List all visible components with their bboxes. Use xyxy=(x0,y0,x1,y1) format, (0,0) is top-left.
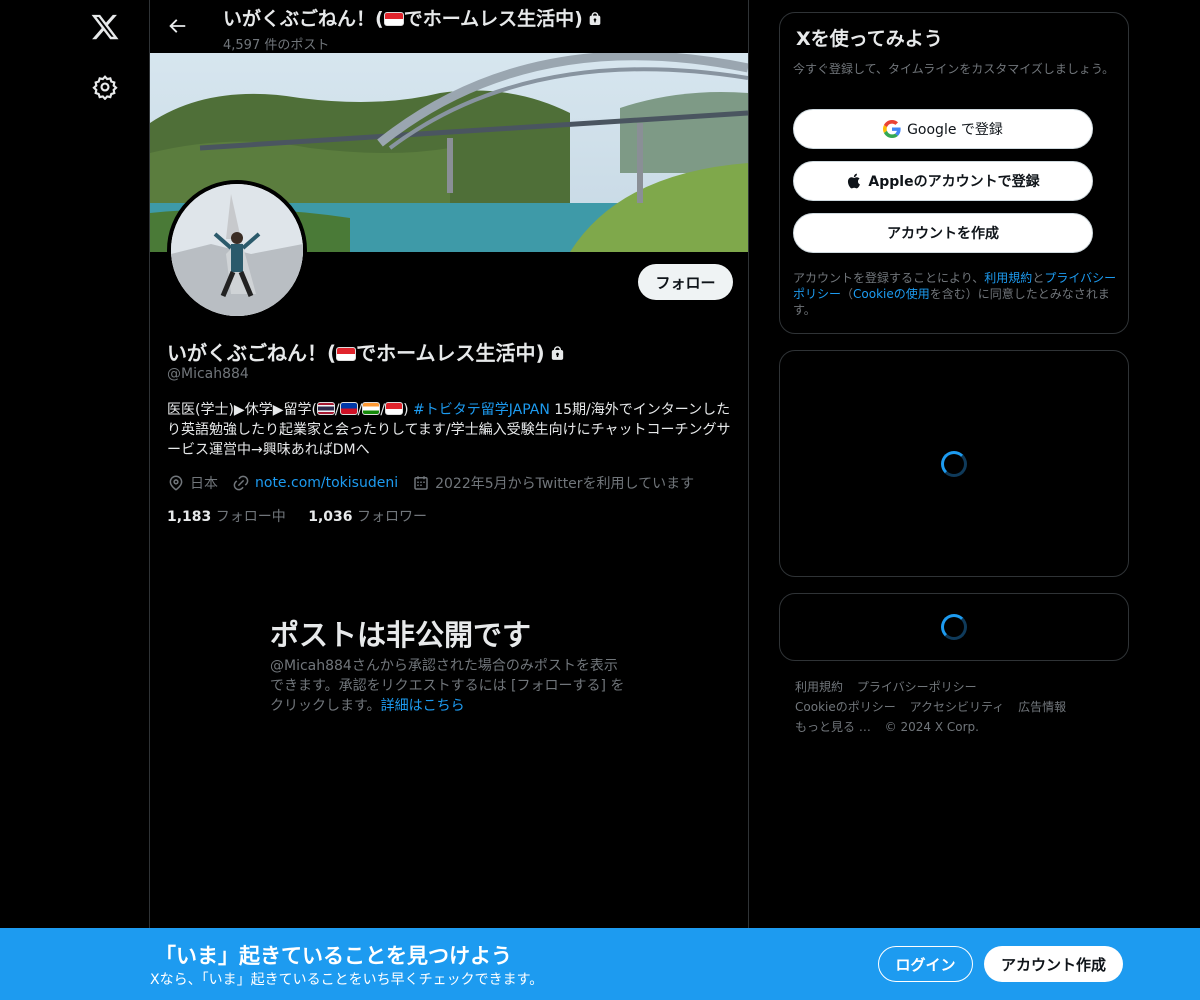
following-label: フォロー中 xyxy=(215,509,286,525)
loading-spinner-icon xyxy=(941,614,967,640)
google-signup-button[interactable]: Google で登録 xyxy=(793,109,1093,149)
following-count: 1,183 xyxy=(167,509,212,525)
website: note.com/tokisudeni xyxy=(232,474,398,492)
gear-icon[interactable] xyxy=(92,74,118,100)
cookie-link[interactable]: Cookieの使用 xyxy=(853,287,930,301)
signup-card: Xを使ってみよう 今すぐ登録して、タイムラインをカスタマイズしましょう。 Goo… xyxy=(779,12,1129,334)
google-icon xyxy=(883,120,901,138)
back-arrow-icon[interactable] xyxy=(166,15,188,37)
profile-column: いがくぶごねん！( でホームレス生活中) 4,597 件のポスト フォロー いが… xyxy=(149,0,749,930)
google-signup-label: Google で登録 xyxy=(907,122,1003,138)
link-icon xyxy=(233,475,249,491)
bio-separator: / xyxy=(334,402,340,418)
loading-panel xyxy=(779,350,1129,577)
x-logo-icon[interactable] xyxy=(90,12,120,42)
following-link[interactable]: 1,183 フォロー中 xyxy=(167,509,286,525)
calendar-icon xyxy=(414,476,428,490)
apple-signup-button[interactable]: Appleのアカウントで登録 xyxy=(793,161,1093,201)
footer-link[interactable]: 広告情報 xyxy=(1018,700,1066,714)
header-name-part1: いがくぶごねん！( xyxy=(223,8,384,30)
bio-close: ) xyxy=(403,402,409,418)
location-icon xyxy=(169,475,183,491)
terms-link[interactable]: 利用規約 xyxy=(984,271,1032,285)
learn-more-link[interactable]: 詳細はこちら xyxy=(381,698,465,714)
terms-text: と xyxy=(1032,271,1045,285)
terms-text: （ xyxy=(841,287,854,301)
website-link[interactable]: note.com/tokisudeni xyxy=(255,475,398,491)
footer-link[interactable]: プライバシーポリシー xyxy=(857,680,977,694)
singapore-flag-icon xyxy=(385,402,404,415)
footer-link[interactable]: アクセシビリティ xyxy=(910,700,1005,714)
singapore-flag-icon xyxy=(383,12,404,26)
copyright: © 2024 X Corp. xyxy=(884,720,979,734)
left-nav xyxy=(0,0,150,1000)
followers-link[interactable]: 1,036 フォロワー xyxy=(308,509,427,525)
loading-panel xyxy=(779,593,1129,661)
india-flag-icon xyxy=(362,402,381,415)
bottom-bar-title: 「いま」起きていることを見つけよう xyxy=(155,944,512,968)
location: 日本 xyxy=(167,473,218,493)
signup-terms: アカウントを登録することにより、利用規約とプライバシーポリシー（Cookieの使… xyxy=(793,270,1118,318)
lock-icon xyxy=(551,346,563,360)
profile-header-bar: いがくぶごねん！( でホームレス生活中) 4,597 件のポスト xyxy=(150,0,748,53)
header-name-part2: でホームレス生活中) xyxy=(403,8,583,30)
profile-name: いがくぶごねん！( でホームレス生活中) xyxy=(167,337,566,366)
private-message: @Micah884さんから承認された場合のみポストを表示できます。承認をリクエス… xyxy=(270,656,630,716)
follow-stats: 1,183 フォロー中 1,036 フォロワー xyxy=(167,506,427,526)
join-date-text: 2022年5月からTwitterを利用しています xyxy=(435,476,695,492)
loading-spinner-icon xyxy=(941,451,967,477)
create-account-button[interactable]: アカウントを作成 xyxy=(793,213,1093,253)
profile-name-part2: でホームレス生活中) xyxy=(356,341,545,365)
bottom-signup-bar: 「いま」起きていることを見つけよう Xなら、「いま」起きていることをいち早くチェ… xyxy=(0,928,1200,1000)
join-date: 2022年5月からTwitterを利用しています xyxy=(412,473,694,493)
profile-bio: 医医(学士)▶休学▶留学(/ / /) #トビタテ留学JAPAN 15期/海外でイン… xyxy=(167,400,732,460)
philippines-flag-icon xyxy=(339,402,358,415)
login-button[interactable]: ログイン xyxy=(878,946,973,982)
profile-handle: @Micah884 xyxy=(167,366,249,382)
bio-text-start: 医医(学士)▶休学▶留学( xyxy=(167,402,317,418)
signup-button[interactable]: アカウント作成 xyxy=(984,946,1123,982)
thailand-flag-icon xyxy=(316,402,335,415)
signup-title: Xを使ってみよう xyxy=(796,28,943,50)
footer-links: 利用規約 プライバシーポリシー Cookieのポリシー アクセシビリティ 広告情… xyxy=(795,677,1125,737)
header-title: いがくぶごねん！( でホームレス生活中) xyxy=(223,4,603,31)
footer-link[interactable]: Cookieのポリシー xyxy=(795,700,896,714)
profile-name-part1: いがくぶごねん！( xyxy=(167,341,337,365)
bio-hashtag-link[interactable]: #トビタテ留学JAPAN xyxy=(413,402,550,418)
apple-signup-label: Appleのアカウントで登録 xyxy=(868,174,1040,190)
post-count: 4,597 件のポスト xyxy=(223,38,330,53)
signup-description: 今すぐ登録して、タイムラインをカスタマイズしましょう。 xyxy=(793,62,1115,76)
footer-link[interactable]: 利用規約 xyxy=(795,680,843,694)
follow-button[interactable]: フォロー xyxy=(638,264,733,300)
location-text: 日本 xyxy=(190,476,218,492)
lock-icon xyxy=(589,12,601,25)
avatar[interactable] xyxy=(167,180,307,320)
singapore-flag-icon xyxy=(336,347,357,361)
apple-icon xyxy=(848,173,861,189)
private-title: ポストは非公開です xyxy=(270,618,532,652)
bottom-bar-subtitle: Xなら、「いま」起きていることをいち早くチェックできます。 xyxy=(150,972,544,988)
followers-label: フォロワー xyxy=(356,509,427,525)
profile-meta: 日本 note.com/tokisudeni 2022年5月からTwitterを… xyxy=(167,473,708,493)
footer-more-link[interactable]: もっと見る … xyxy=(795,720,871,734)
terms-text: アカウントを登録することにより、 xyxy=(793,271,985,285)
followers-count: 1,036 xyxy=(308,509,353,525)
